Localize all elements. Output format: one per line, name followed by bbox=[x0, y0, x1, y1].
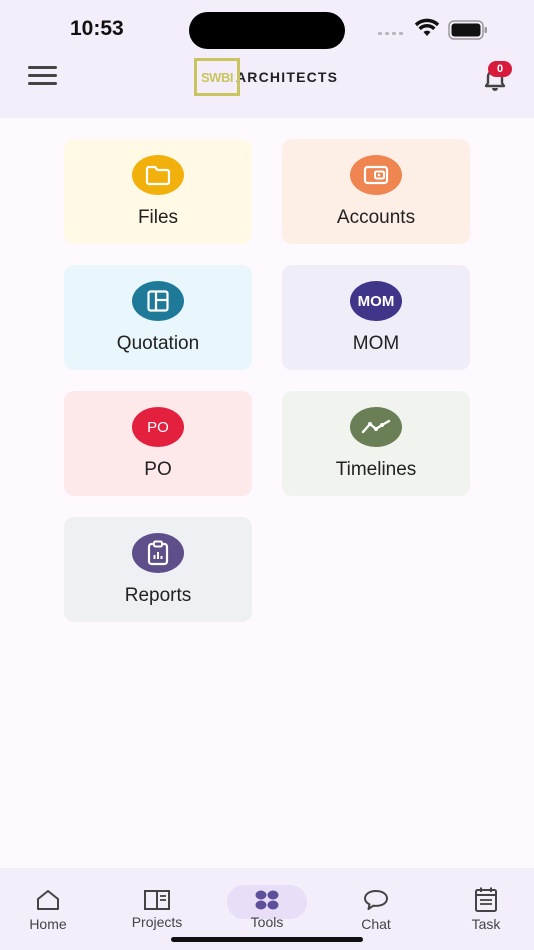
nav-home[interactable]: Home bbox=[0, 868, 98, 940]
tool-po[interactable]: PO PO bbox=[64, 391, 252, 496]
layout-icon bbox=[132, 281, 184, 321]
battery-icon bbox=[448, 20, 487, 40]
tool-timelines[interactable]: Timelines bbox=[282, 391, 470, 496]
home-icon bbox=[35, 886, 61, 914]
company-logo: SWBI ARCHITECTS bbox=[194, 58, 338, 96]
calendar-list-icon bbox=[473, 886, 499, 914]
po-icon-text: PO bbox=[147, 418, 169, 436]
nav-tools[interactable]: Tools bbox=[217, 868, 317, 940]
logo-mark-text: SWBI bbox=[200, 69, 234, 85]
wallet-icon bbox=[350, 155, 402, 195]
home-indicator bbox=[171, 937, 363, 942]
tool-reports[interactable]: Reports bbox=[64, 517, 252, 622]
tool-quotation-label: Quotation bbox=[116, 333, 200, 354]
tool-quotation[interactable]: Quotation bbox=[64, 265, 252, 370]
logo-mark: SWBI bbox=[194, 58, 240, 96]
book-icon bbox=[143, 886, 171, 914]
nav-task-label: Task bbox=[471, 916, 501, 932]
tool-accounts[interactable]: Accounts bbox=[282, 139, 470, 244]
mom-icon: MOM bbox=[350, 281, 402, 321]
notification-badge: 0 bbox=[488, 61, 512, 77]
top-header: 10:53 SWBI ARCHITECTS 0 bbox=[0, 0, 534, 118]
nav-home-label: Home bbox=[29, 916, 67, 932]
po-icon: PO bbox=[132, 407, 184, 447]
nav-projects[interactable]: Projects bbox=[107, 868, 207, 940]
mom-icon-text: MOM bbox=[357, 292, 395, 310]
menu-line bbox=[28, 82, 57, 85]
tool-mom[interactable]: MOM MOM bbox=[282, 265, 470, 370]
tool-files[interactable]: Files bbox=[64, 139, 252, 244]
tool-files-label: Files bbox=[137, 207, 179, 228]
tool-po-label: PO bbox=[144, 459, 172, 480]
folder-icon bbox=[132, 155, 184, 195]
tool-timelines-label: Timelines bbox=[335, 459, 417, 480]
tool-mom-label: MOM bbox=[352, 333, 400, 354]
nav-projects-label: Projects bbox=[131, 914, 183, 930]
trend-line-icon bbox=[350, 407, 402, 447]
wifi-icon bbox=[414, 18, 440, 36]
tools-dots-icon bbox=[253, 886, 281, 914]
hamburger-menu-button[interactable] bbox=[28, 66, 58, 88]
dynamic-island bbox=[189, 12, 345, 49]
nav-chat[interactable]: Chat bbox=[326, 868, 426, 940]
signal-dots-icon bbox=[378, 32, 406, 36]
nav-task[interactable]: Task bbox=[436, 868, 534, 940]
tool-accounts-label: Accounts bbox=[336, 207, 416, 228]
tool-reports-label: Reports bbox=[124, 585, 192, 606]
menu-line bbox=[28, 66, 57, 69]
nav-tools-label: Tools bbox=[250, 914, 284, 930]
tools-screen: 10:53 SWBI ARCHITECTS 0 Files Accounts Q… bbox=[0, 0, 534, 950]
clipboard-chart-icon bbox=[132, 533, 184, 573]
chat-bubble-icon bbox=[362, 886, 390, 914]
status-time: 10:53 bbox=[70, 17, 124, 40]
menu-line bbox=[28, 74, 57, 77]
nav-chat-label: Chat bbox=[361, 916, 391, 932]
logo-text: ARCHITECTS bbox=[236, 69, 339, 85]
